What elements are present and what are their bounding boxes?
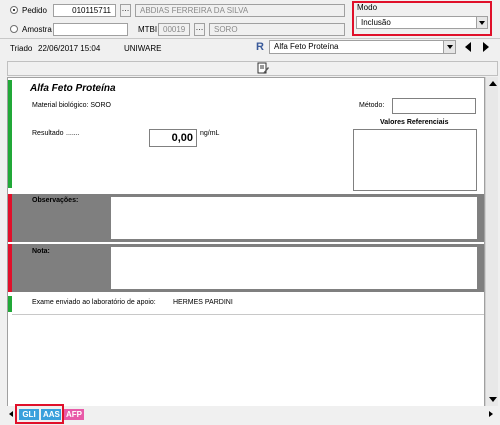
exam-select[interactable]: Alfa Feto Proteína: [269, 40, 456, 54]
tab-afp[interactable]: AFP: [64, 409, 84, 420]
toolbar-strip: [7, 61, 498, 76]
triado-datetime: 22/06/2017 15:04: [38, 44, 101, 53]
previous-exam-button[interactable]: [462, 41, 474, 53]
tabs-scroll-right-icon[interactable]: [489, 411, 493, 417]
valores-referenciais-box[interactable]: [353, 129, 477, 191]
material-field: SORO: [209, 23, 345, 36]
modo-dropdown-button[interactable]: [476, 17, 487, 28]
resultado-label: Resultado: [32, 130, 64, 137]
nota-textarea[interactable]: [110, 246, 478, 290]
modo-select[interactable]: Inclusão: [356, 16, 488, 29]
section-indicator-green: [8, 80, 12, 188]
material-biologico-label: Material biológico: SORO: [32, 102, 111, 109]
r-logo-icon: R: [256, 41, 264, 53]
tab-gli[interactable]: GLI: [19, 409, 39, 420]
exam-title: Alfa Feto Proteína: [30, 83, 116, 94]
pedido-radio-label: Pedido: [22, 6, 47, 15]
triangle-left-icon: [465, 42, 471, 52]
resultado-dots: .......: [66, 130, 80, 137]
triado-label: Triado: [10, 44, 33, 53]
edit-document-icon: [257, 62, 269, 74]
amostra-radio-label: Amostra: [22, 25, 52, 34]
patient-name-field: ABDIAS FERREIRA DA SILVA: [135, 4, 345, 17]
mtbi-field: 00019: [158, 23, 190, 36]
pedido-number-field[interactable]: 010115711: [53, 4, 116, 17]
modo-label: Modo: [357, 3, 378, 12]
scroll-up-icon[interactable]: [489, 81, 497, 86]
valores-referenciais-label: Valores Referenciais: [380, 119, 449, 126]
next-exam-button[interactable]: [480, 41, 492, 53]
amostra-radio[interactable]: [10, 25, 18, 33]
observacoes-textarea[interactable]: [110, 196, 478, 240]
section-divider: [12, 314, 484, 315]
pedido-radio[interactable]: [10, 6, 18, 14]
nota-label: Nota:: [32, 248, 50, 255]
vertical-scrollbar[interactable]: [485, 77, 498, 407]
header-divider: [0, 38, 500, 39]
triangle-right-icon: [483, 42, 489, 52]
chevron-down-icon: [447, 45, 453, 49]
result-unit: ng/mL: [200, 130, 220, 137]
chevron-down-icon: [479, 21, 485, 25]
mtbi-label: MTBI: [138, 25, 158, 34]
tab-aas[interactable]: AAS: [41, 409, 61, 420]
resultado-input[interactable]: 0,00: [149, 129, 197, 147]
apoio-lab: HERMES PARDINI: [173, 299, 233, 306]
scroll-down-icon[interactable]: [489, 397, 497, 402]
section-indicator-green-apoio: [8, 296, 12, 312]
pedido-lookup-button[interactable]: …: [120, 4, 131, 17]
metodo-label: Método:: [359, 102, 385, 109]
metodo-input[interactable]: [392, 98, 476, 114]
edit-document-button[interactable]: [256, 62, 270, 75]
source-label: UNIWARE: [124, 44, 162, 53]
mtbi-lookup-button[interactable]: …: [194, 23, 205, 36]
tabs-scroll-left-icon[interactable]: [9, 411, 13, 417]
exam-panel: Alfa Feto Proteína Material biológico: S…: [7, 77, 485, 407]
apoio-text: Exame enviado ao laboratório de apoio:: [32, 299, 156, 306]
amostra-field[interactable]: [53, 23, 128, 36]
exam-dropdown-button[interactable]: [443, 41, 455, 53]
observacoes-label: Observações:: [32, 197, 79, 204]
